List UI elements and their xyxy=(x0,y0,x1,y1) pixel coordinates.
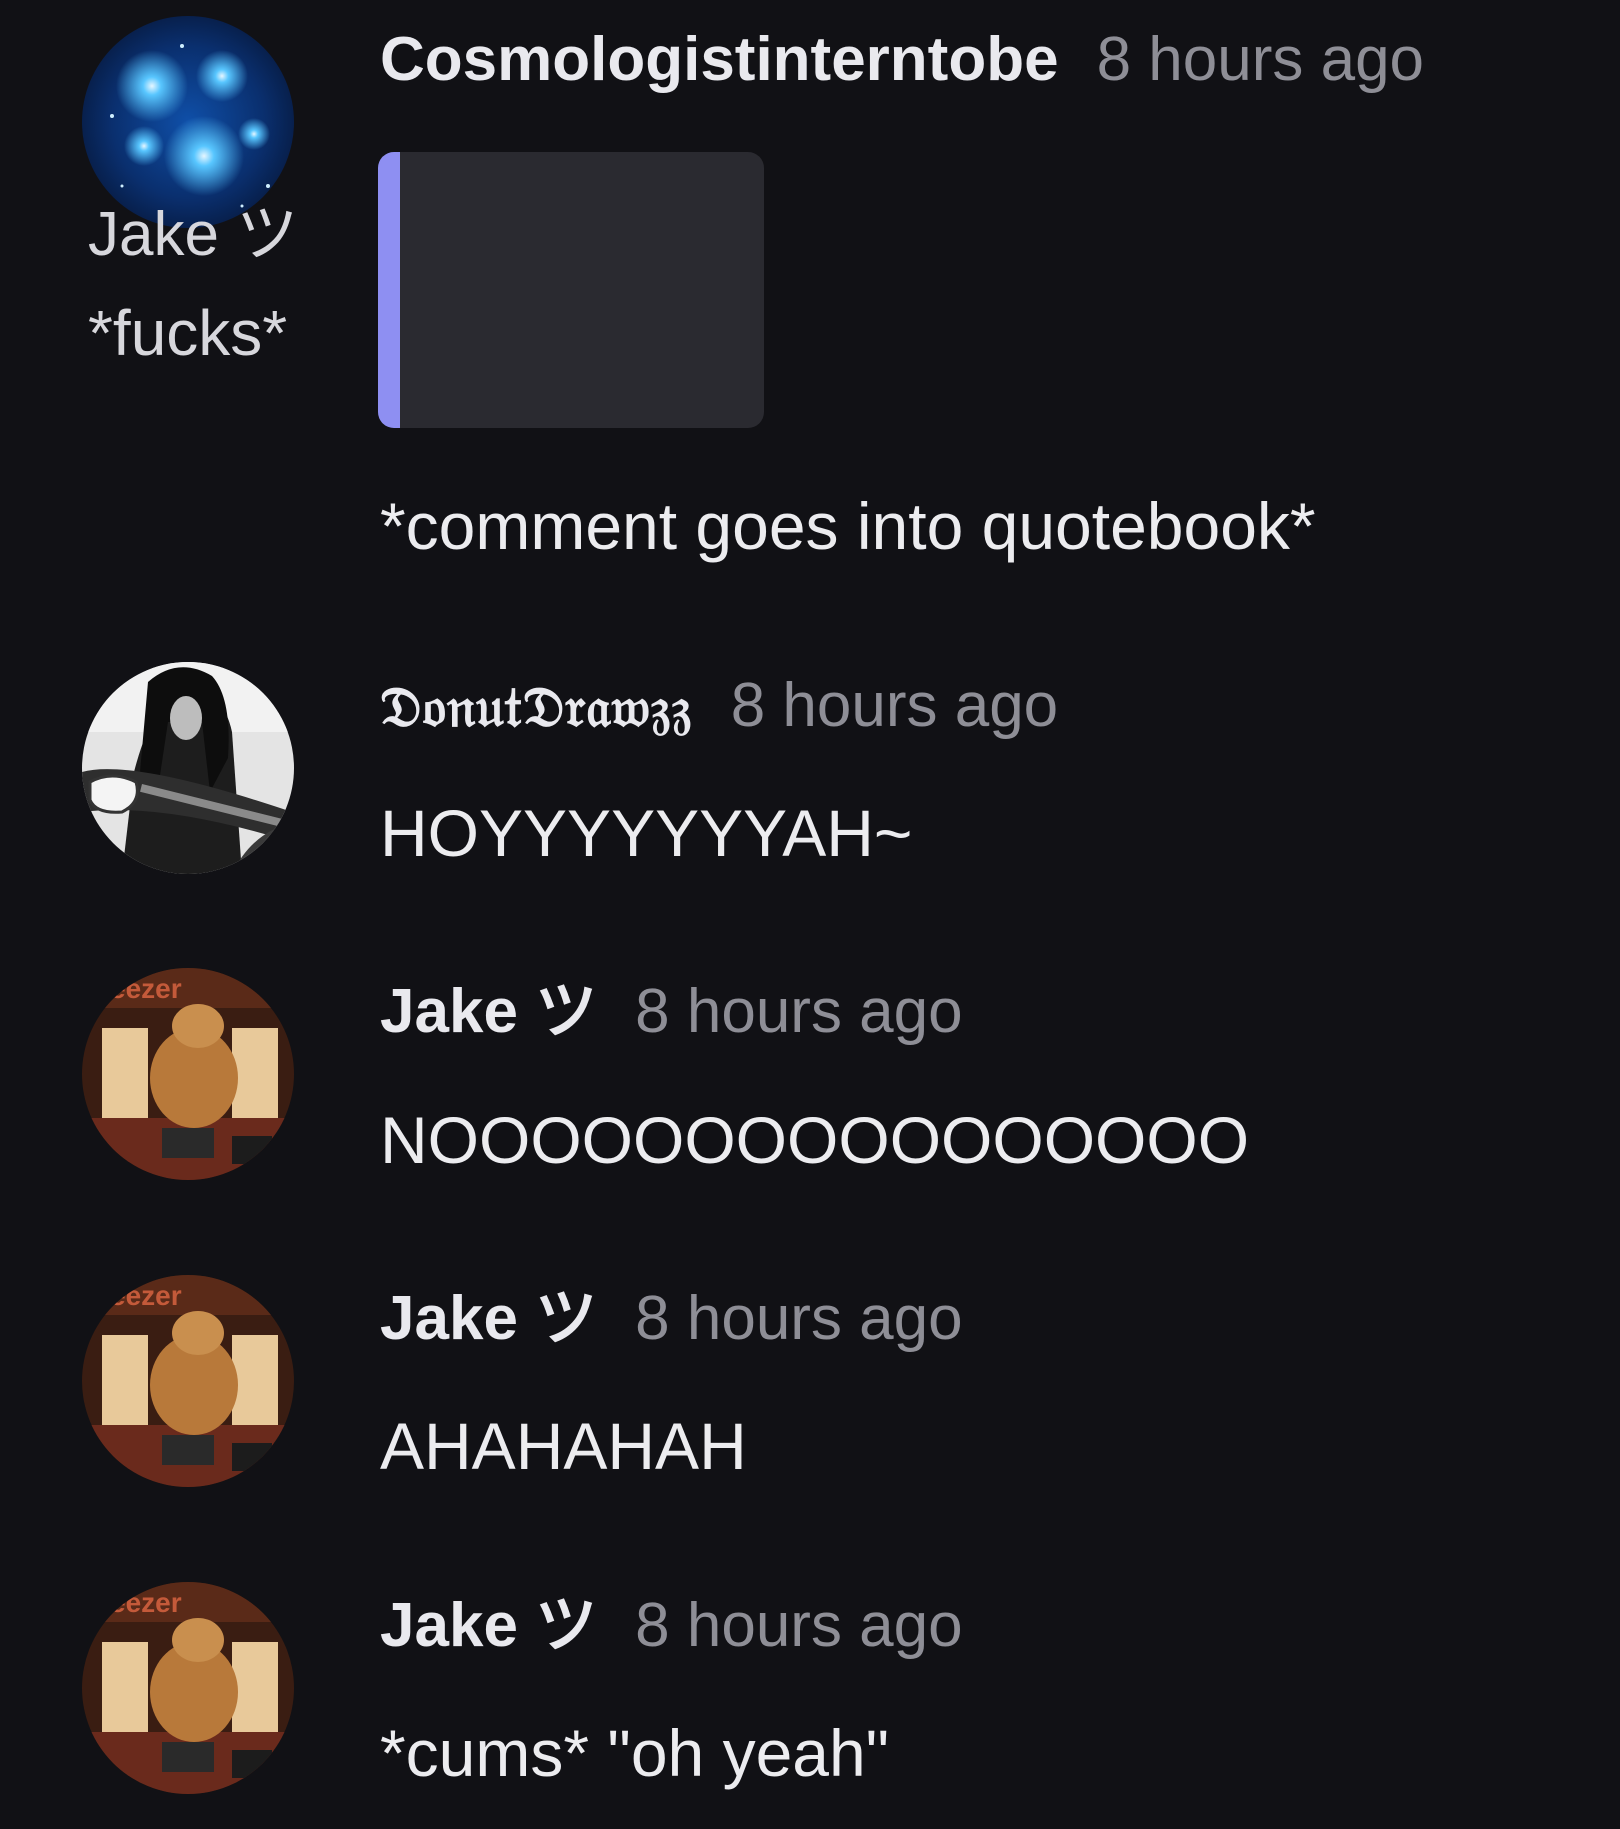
starfield-avatar-image xyxy=(82,16,294,228)
quoted-comment[interactable] xyxy=(378,152,764,428)
comment-header: 𝔇𝔬𝔫𝔲𝔱𝔇𝔯𝔞𝔴𝔷𝔷 8 hours ago xyxy=(380,670,1058,743)
svg-text:eezer: eezer xyxy=(110,1587,182,1618)
guitarist-avatar-image xyxy=(82,662,294,874)
username[interactable]: 𝔇𝔬𝔫𝔲𝔱𝔇𝔯𝔞𝔴𝔷𝔷 xyxy=(380,674,693,740)
dog-avatar-image: eezer xyxy=(82,1275,294,1487)
comment-text: HOYYYYYYYAH~ xyxy=(380,796,913,870)
timestamp: 8 hours ago xyxy=(1096,25,1425,94)
username[interactable]: Jake ツ xyxy=(380,1591,597,1660)
username[interactable]: Jake ツ xyxy=(380,977,597,1046)
quote-text: *fucks* xyxy=(88,297,288,369)
timestamp: 8 hours ago xyxy=(635,977,963,1046)
dog-avatar-image: eezer xyxy=(82,1582,294,1794)
timestamp: 8 hours ago xyxy=(635,1591,963,1660)
svg-text:eezer: eezer xyxy=(110,973,182,1004)
comment-header: Jake ツ 8 hours ago xyxy=(380,976,963,1048)
comment-header: Jake ツ 8 hours ago xyxy=(380,1283,963,1355)
comment-header: Jake ツ 8 hours ago xyxy=(380,1590,963,1662)
quote-bar xyxy=(378,152,400,428)
username[interactable]: Jake ツ xyxy=(380,1284,597,1353)
comment-text: NOOOOOOOOOOOOOOOO xyxy=(380,1103,1250,1177)
quote-author: Jake ツ xyxy=(88,200,299,269)
dog-avatar-image: eezer xyxy=(82,968,294,1180)
timestamp: 8 hours ago xyxy=(635,1284,963,1353)
comment-text: *cums* "oh yeah" xyxy=(380,1716,890,1790)
user-avatar[interactable] xyxy=(82,16,294,228)
comment-text: *comment goes into quotebook* xyxy=(380,489,1316,563)
timestamp: 8 hours ago xyxy=(730,671,1059,740)
comment-header: Cosmologistinterntobe 8 hours ago xyxy=(380,24,1424,96)
user-avatar[interactable]: eezer xyxy=(82,1582,294,1794)
username[interactable]: Cosmologistinterntobe xyxy=(380,25,1059,94)
user-avatar[interactable]: eezer xyxy=(82,968,294,1180)
svg-text:eezer: eezer xyxy=(110,1280,182,1311)
user-avatar[interactable]: eezer xyxy=(82,1275,294,1487)
user-avatar[interactable] xyxy=(82,662,294,874)
comment-text: AHAHAHAH xyxy=(380,1409,747,1483)
